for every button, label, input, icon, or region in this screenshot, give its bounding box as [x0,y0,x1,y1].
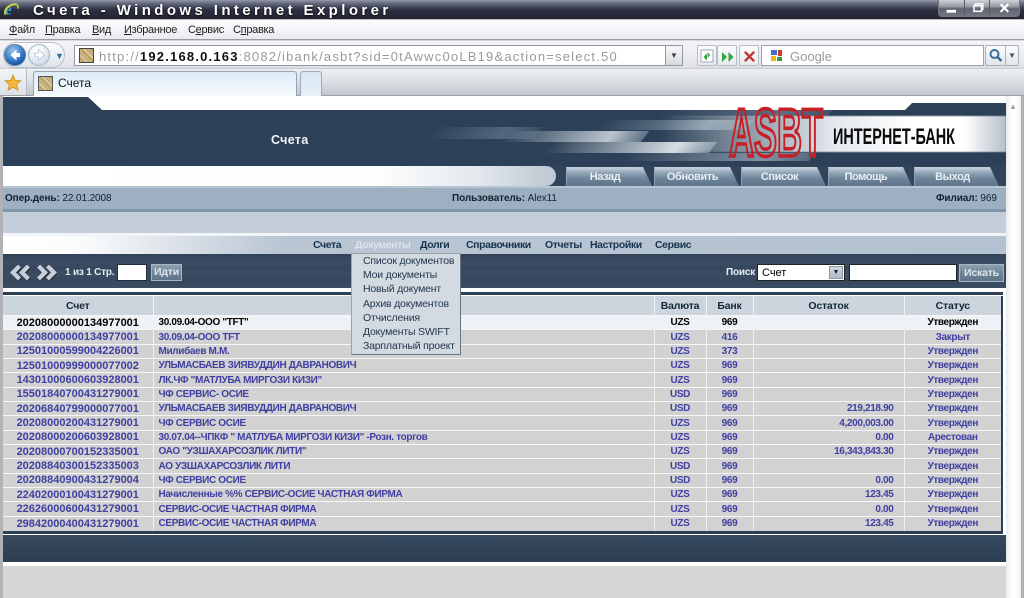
svg-text:ИНТЕРНЕТ-БАНК: ИНТЕРНЕТ-БАНК [833,124,955,149]
svg-text:ASBT: ASBT [729,95,823,171]
